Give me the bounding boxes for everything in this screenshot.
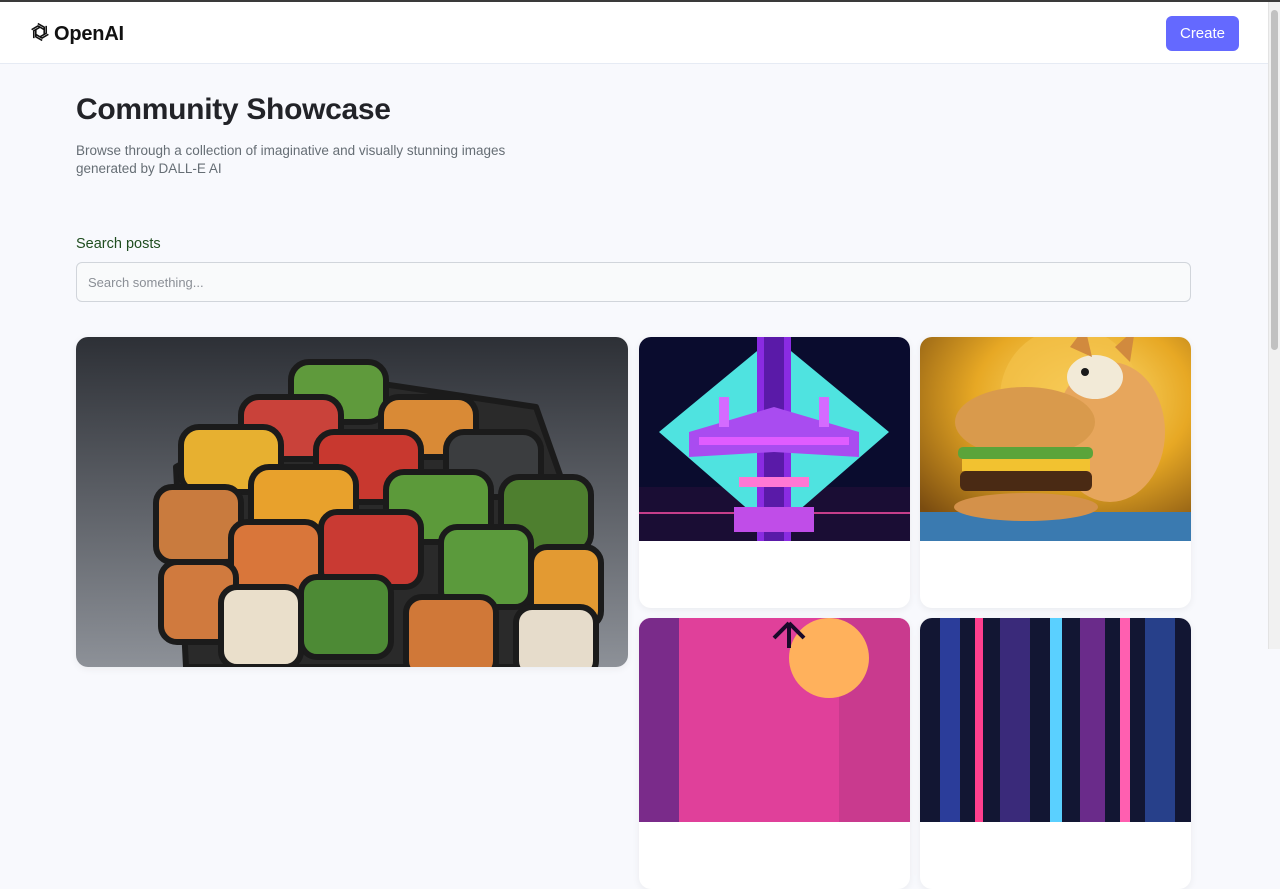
page-subtitle: Browse through a collection of imaginati… bbox=[76, 143, 506, 176]
gallery-card-neon-city[interactable] bbox=[920, 618, 1191, 889]
page-title: Community Showcase bbox=[76, 93, 391, 126]
search-label: Search posts bbox=[76, 236, 161, 252]
gallery-card-rubiks-cube[interactable] bbox=[76, 337, 628, 667]
create-button[interactable]: Create bbox=[1166, 16, 1239, 51]
gallery-image bbox=[76, 337, 628, 667]
gallery-card-shiba-burger[interactable] bbox=[920, 337, 1191, 608]
openai-logo-icon bbox=[28, 20, 52, 49]
search-input[interactable] bbox=[76, 262, 1191, 302]
gallery-card-pixel-spaceship[interactable] bbox=[639, 337, 910, 608]
gallery-image bbox=[639, 337, 910, 541]
page-scrollbar[interactable] bbox=[1268, 2, 1280, 649]
scrollbar-thumb[interactable] bbox=[1271, 10, 1278, 350]
brand-name: OpenAI bbox=[54, 22, 124, 45]
brand-logo-link[interactable]: OpenAI bbox=[28, 21, 124, 47]
gallery-image bbox=[920, 337, 1191, 541]
navbar: OpenAI Create bbox=[0, 2, 1268, 64]
gallery-card-synthwave-palm[interactable] bbox=[639, 618, 910, 889]
